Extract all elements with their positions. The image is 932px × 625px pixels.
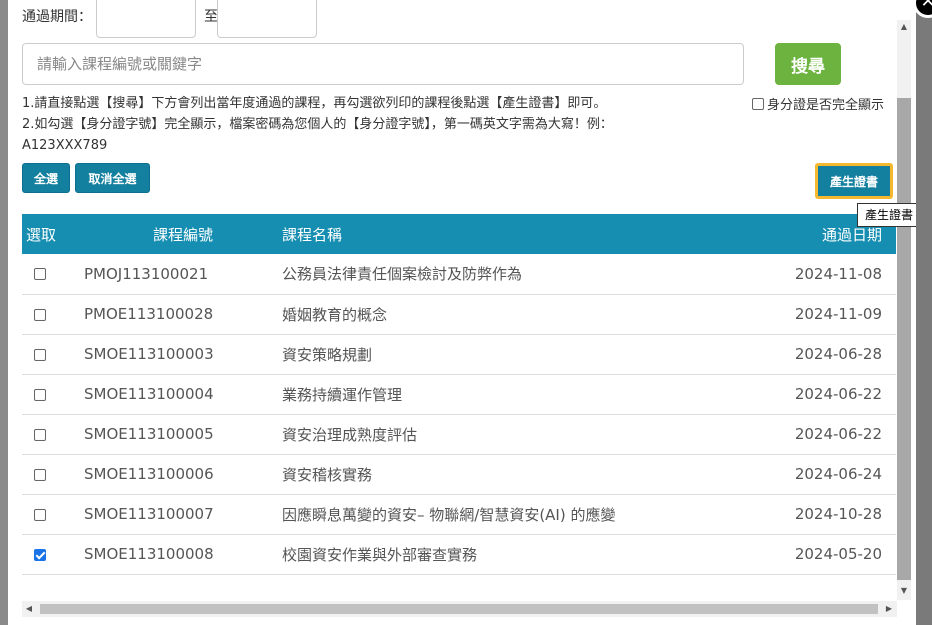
row-pass-date: 2024-11-09 (794, 305, 882, 323)
row-select-cell (22, 334, 84, 374)
row-checkbox[interactable] (34, 508, 46, 521)
row-course-code: SMOE113100008 (84, 545, 214, 563)
date-range-label: 通過期間： (22, 9, 92, 25)
horizontal-scrollbar[interactable]: ◀ ▶ (22, 601, 897, 617)
select-all-button[interactable]: 全選 (22, 163, 70, 193)
vertical-scroll-thumb[interactable] (897, 98, 911, 580)
scroll-right-arrow-icon[interactable]: ▶ (884, 604, 894, 613)
header-course-code: 課程編號 (152, 225, 213, 244)
course-table: 選取 課程編號 課程名稱 通過日期 PMOJ113100021 公務員法律責任個案… (22, 214, 896, 575)
row-pass-date: 2024-06-24 (794, 465, 882, 483)
table-row: SMOE113100008 校園資安作業與外部審查實務 2024-05-20 (22, 534, 896, 574)
row-course-name: 資安稽核實務 (282, 465, 373, 484)
row-checkbox[interactable] (34, 428, 46, 441)
row-course-code: SMOE113100004 (84, 385, 214, 403)
row-course-name: 校園資安作業與外部審查實務 (282, 545, 478, 564)
row-select-cell (22, 414, 84, 454)
scroll-up-arrow-icon[interactable]: ▲ (897, 22, 911, 31)
table-row: PMOJ113100021 公務員法律責任個案檢討及防弊作為 2024-11-08 (22, 254, 896, 294)
row-checkbox[interactable] (34, 548, 46, 561)
instruction-line-1: 1.請直接點選【搜尋】下方會列出當年度通過的課程，再勾選欲列印的課程後點選【產生… (22, 96, 607, 111)
horizontal-scroll-thumb[interactable] (40, 604, 878, 614)
row-checkbox[interactable] (34, 468, 46, 481)
modal-backdrop (0, 0, 8, 625)
header-course-name: 課程名稱 (282, 225, 343, 244)
row-pass-date: 2024-06-28 (794, 345, 882, 363)
row-pass-date: 2024-10-28 (794, 505, 882, 523)
row-select-cell (22, 374, 84, 414)
row-pass-date: 2024-11-08 (794, 264, 882, 283)
start-date-input[interactable] (96, 0, 196, 38)
row-course-code: SMOE113100007 (84, 505, 214, 523)
row-course-code: SMOE113100003 (84, 345, 214, 363)
row-select-cell (22, 494, 84, 534)
table-row: SMOE113100005 資安治理成熟度評估 2024-06-22 (22, 414, 896, 454)
row-checkbox[interactable] (34, 388, 46, 401)
table-row: SMOE113100003 資安策略規劃 2024-06-28 (22, 334, 896, 374)
row-course-code: SMOE113100006 (84, 465, 214, 483)
row-pass-date: 2024-05-20 (794, 545, 882, 563)
table-row: SMOE113100004 業務持續運作管理 2024-06-22 (22, 374, 896, 414)
certificate-modal: 通過期間： 至 搜尋 身分證是否完全顯示 1.請直接點選【搜尋】下方會列出當年度… (8, 0, 916, 625)
show-id-checkbox[interactable] (752, 97, 764, 110)
table-row: PMOE113100028 婚姻教育的概念 2024-11-09 (22, 294, 896, 334)
show-id-toggle[interactable]: 身分證是否完全顯示 (752, 94, 884, 113)
row-course-name: 資安策略規劃 (282, 345, 373, 364)
row-course-name: 資安治理成熟度評估 (282, 425, 418, 444)
row-checkbox[interactable] (34, 268, 46, 281)
row-course-name: 因應瞬息萬變的資安– 物聯網/智慧資安(AI) 的應變 (282, 505, 616, 524)
row-pass-date: 2024-06-22 (794, 385, 882, 403)
row-course-name: 公務員法律責任個案檢討及防弊作為 (282, 265, 523, 284)
instruction-line-3: A123XXX789 (22, 138, 108, 153)
instruction-line-2: 2.如勾選【身分證字號】完全顯示，檔案密碼為您個人的【身分證字號】，第一碼英文字… (22, 117, 613, 132)
search-input[interactable] (22, 43, 744, 85)
row-select-cell (22, 294, 84, 334)
row-course-code: PMOJ113100021 (84, 264, 209, 283)
show-id-label: 身分證是否完全顯示 (767, 98, 885, 113)
row-course-code: PMOE113100028 (84, 305, 214, 323)
generate-tooltip: 產生證書 (857, 203, 916, 227)
table-row: SMOE113100007 因應瞬息萬變的資安– 物聯網/智慧資安(AI) 的應變… (22, 494, 896, 534)
row-select-cell (22, 454, 84, 494)
instructions: 1.請直接點選【搜尋】下方會列出當年度通過的課程，再勾選欲列印的課程後點選【產生… (22, 93, 722, 156)
end-date-input[interactable] (217, 0, 317, 38)
date-range-separator: 至 (204, 9, 218, 25)
row-course-name: 業務持續運作管理 (282, 385, 403, 404)
generate-certificate-button[interactable]: 產生證書 (815, 163, 893, 199)
table-row: SMOE113100006 資安稽核實務 2024-06-24 (22, 454, 896, 494)
row-select-cell (22, 254, 84, 294)
scroll-down-arrow-icon[interactable]: ▼ (897, 586, 911, 595)
row-checkbox[interactable] (34, 308, 46, 321)
table-header-row: 選取 課程編號 課程名稱 通過日期 (22, 214, 896, 254)
vertical-scrollbar[interactable]: ▲ ▼ (897, 20, 911, 600)
course-table-container: 選取 課程編號 課程名稱 通過日期 PMOJ113100021 公務員法律責任個案… (22, 214, 896, 601)
search-button[interactable]: 搜尋 (775, 43, 841, 85)
row-course-code: SMOE113100005 (84, 425, 214, 443)
scroll-left-arrow-icon[interactable]: ◀ (24, 604, 34, 613)
row-checkbox[interactable] (34, 348, 46, 361)
row-select-cell (22, 534, 84, 574)
deselect-all-button[interactable]: 取消全選 (75, 163, 150, 193)
header-select: 選取 (26, 225, 57, 244)
row-course-name: 婚姻教育的概念 (282, 305, 388, 324)
row-pass-date: 2024-06-22 (794, 425, 882, 443)
